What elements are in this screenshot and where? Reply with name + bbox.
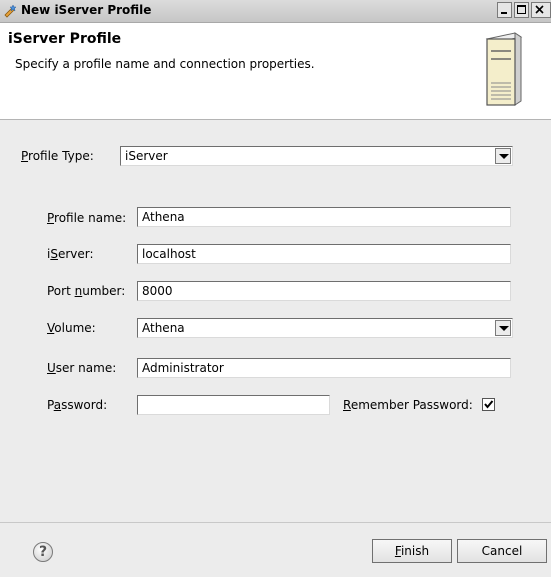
cancel-button[interactable]: Cancel <box>457 539 547 563</box>
profile-name-label: Profile name: <box>47 211 127 225</box>
help-icon[interactable]: ? <box>33 542 53 562</box>
dialog-window: New iServer Profile iServer Profile Spec… <box>0 0 551 577</box>
profile-type-dropdown-button[interactable] <box>495 148 511 164</box>
server-icon <box>485 32 523 106</box>
volume-dropdown-button[interactable] <box>495 320 511 336</box>
maximize-button[interactable] <box>514 2 529 18</box>
finish-button[interactable]: Finish <box>372 539 452 563</box>
port-number-input[interactable]: 8000 <box>137 281 511 301</box>
maximize-icon <box>517 5 526 14</box>
iserver-input[interactable]: localhost <box>137 244 511 264</box>
remember-password-checkbox[interactable] <box>482 398 495 411</box>
port-number-value: 8000 <box>142 284 173 298</box>
page-title: iServer Profile <box>8 31 122 47</box>
chevron-down-icon <box>499 154 509 159</box>
footer-divider <box>0 522 551 523</box>
volume-value: Athena <box>142 321 185 335</box>
checkmark-icon <box>484 400 494 409</box>
minimize-icon <box>501 12 507 14</box>
iserver-label: iServer: <box>47 247 94 261</box>
iserver-value: localhost <box>142 247 196 261</box>
password-label: Password: <box>47 398 108 412</box>
wizard-header: iServer Profile Specify a profile name a… <box>0 23 551 120</box>
profile-name-input[interactable]: Athena <box>137 207 511 227</box>
volume-label: Volume: <box>47 321 96 335</box>
profile-type-label: Profile Type: <box>21 149 94 163</box>
profile-type-value: iServer <box>125 149 168 163</box>
page-description: Specify a profile name and connection pr… <box>15 57 315 71</box>
user-name-input[interactable]: Administrator <box>137 358 511 378</box>
volume-select[interactable]: Athena <box>137 318 513 338</box>
user-name-label: User name: <box>47 361 117 375</box>
port-number-label: Port number: <box>47 284 126 298</box>
chevron-down-icon <box>499 326 509 331</box>
close-button[interactable] <box>531 2 551 18</box>
wizard-icon <box>4 4 17 18</box>
window-title: New iServer Profile <box>21 3 152 17</box>
minimize-button[interactable] <box>497 2 512 18</box>
password-input[interactable] <box>137 395 330 415</box>
profile-type-select[interactable]: iServer <box>120 146 513 166</box>
close-icon <box>535 5 544 14</box>
title-bar[interactable]: New iServer Profile <box>0 0 551 23</box>
remember-password-label[interactable]: Remember Password: <box>343 398 473 412</box>
user-name-value: Administrator <box>142 361 224 375</box>
profile-name-value: Athena <box>142 210 185 224</box>
